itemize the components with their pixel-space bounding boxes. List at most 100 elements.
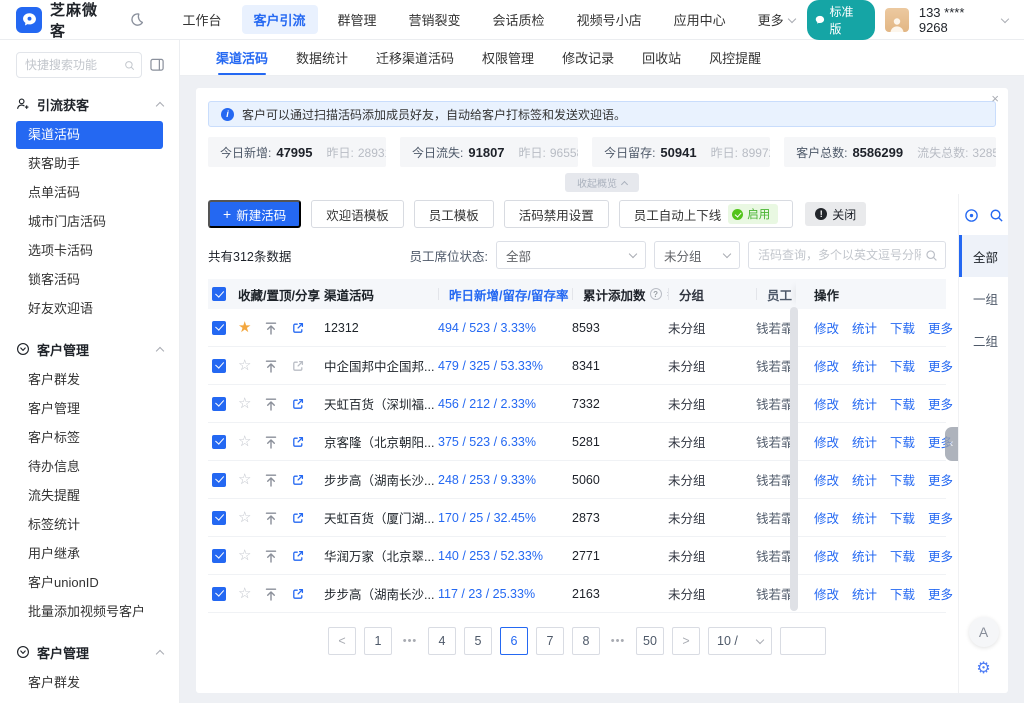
sidebar-item-1-4[interactable]: 城市门店活码	[16, 208, 163, 236]
action-link-4[interactable]: 更多	[928, 508, 953, 527]
action-link-2[interactable]: 统计	[852, 470, 877, 489]
sidebar-item-2-4[interactable]: 待办信息	[16, 453, 163, 481]
action-link-1[interactable]: 修改	[814, 394, 839, 413]
new-code-button[interactable]: + 新建活码	[208, 200, 301, 228]
sidebar-item-1-1[interactable]: 渠道活码	[16, 121, 163, 149]
action-link-2[interactable]: 统计	[852, 432, 877, 451]
sidebar-item-1-7[interactable]: 好友欢迎语	[16, 295, 163, 323]
nav-item-4[interactable]: 营销裂变	[397, 5, 473, 34]
collapse-panel-icon[interactable]	[150, 58, 165, 72]
cell-stats[interactable]: 456 / 212 / 2.33%	[438, 397, 572, 411]
page-size-select[interactable]: 10 /	[708, 627, 772, 655]
sidebar-item-2-1[interactable]: 客户群发	[16, 366, 163, 394]
share-icon[interactable]	[291, 511, 305, 525]
tab-1[interactable]: 渠道活码	[216, 40, 268, 75]
action-link-4[interactable]: 更多	[928, 470, 953, 489]
nav-item-3[interactable]: 群管理	[326, 5, 389, 34]
star-icon[interactable]: ☆	[238, 396, 251, 411]
close-icon[interactable]: ×	[991, 91, 999, 106]
panel-collapse-handle[interactable]: ‹	[945, 427, 958, 461]
cell-stats[interactable]: 117 / 23 / 25.33%	[438, 587, 572, 601]
group-select[interactable]: 未分组	[654, 241, 740, 269]
seat-status-select[interactable]: 全部	[496, 241, 646, 269]
cell-stats[interactable]: 140 / 253 / 52.33%	[438, 549, 572, 563]
row-checkbox[interactable]	[212, 397, 226, 411]
page-jump-input[interactable]	[780, 627, 826, 655]
close-chip[interactable]: ! 关闭	[805, 202, 866, 226]
sidebar-item-1-5[interactable]: 选项卡活码	[16, 237, 163, 265]
staff-template-button[interactable]: 员工模板	[414, 200, 494, 228]
tab-2[interactable]: 数据统计	[296, 40, 348, 75]
share-icon[interactable]	[291, 359, 305, 373]
gear-icon[interactable]: ⚙	[976, 661, 990, 677]
group-tab-2[interactable]: 一组	[959, 277, 1008, 319]
star-icon[interactable]: ☆	[238, 548, 251, 563]
sidebar-item-1-6[interactable]: 锁客活码	[16, 266, 163, 294]
star-icon[interactable]: ☆	[238, 434, 251, 449]
share-icon[interactable]	[291, 587, 305, 601]
code-search-input[interactable]	[758, 248, 921, 262]
page-button-50[interactable]: 50	[636, 627, 664, 655]
code-search[interactable]	[748, 241, 946, 269]
sidebar-item-3-2[interactable]: 客户管理	[16, 698, 163, 703]
row-checkbox[interactable]	[212, 435, 226, 449]
tab-6[interactable]: 回收站	[642, 40, 681, 75]
action-link-3[interactable]: 下载	[890, 470, 915, 489]
sidebar-item-2-3[interactable]: 客户标签	[16, 424, 163, 452]
code-disable-settings-button[interactable]: 活码禁用设置	[504, 200, 609, 228]
sidebar-section-header-3[interactable]: 客户管理	[0, 636, 179, 668]
sidebar-item-2-7[interactable]: 用户继承	[16, 540, 163, 568]
sidebar-search-input[interactable]	[25, 58, 120, 72]
moon-icon[interactable]	[129, 12, 144, 27]
cell-stats[interactable]: 494 / 523 / 3.33%	[438, 321, 572, 335]
account-phone[interactable]: 133 **** 9268	[919, 5, 1008, 35]
sidebar-item-2-8[interactable]: 客户unionID	[16, 569, 163, 597]
sidebar-item-3-1[interactable]: 客户群发	[16, 669, 163, 697]
sidebar-section-header-1[interactable]: 引流获客	[0, 88, 179, 120]
row-checkbox[interactable]	[212, 359, 226, 373]
cell-stats[interactable]: 479 / 325 / 53.33%	[438, 359, 572, 373]
action-link-2[interactable]: 统计	[852, 394, 877, 413]
action-link-1[interactable]: 修改	[814, 432, 839, 451]
pin-top-icon[interactable]	[264, 473, 278, 487]
table-scrollbar[interactable]	[790, 307, 798, 611]
action-link-1[interactable]: 修改	[814, 470, 839, 489]
pin-top-icon[interactable]	[264, 549, 278, 563]
search-icon[interactable]	[989, 208, 1004, 223]
row-checkbox[interactable]	[212, 587, 226, 601]
share-icon[interactable]	[291, 321, 305, 335]
action-link-3[interactable]: 下载	[890, 318, 915, 337]
sidebar-item-1-3[interactable]: 点单活码	[16, 179, 163, 207]
nav-item-5[interactable]: 会话质检	[481, 5, 557, 34]
action-link-4[interactable]: 更多	[928, 318, 953, 337]
action-link-3[interactable]: 下载	[890, 432, 915, 451]
action-link-3[interactable]: 下载	[890, 508, 915, 527]
tab-3[interactable]: 迁移渠道活码	[376, 40, 454, 75]
page-button-6[interactable]: 6	[500, 627, 528, 655]
action-link-2[interactable]: 统计	[852, 356, 877, 375]
pin-top-icon[interactable]	[264, 359, 278, 373]
pin-top-icon[interactable]	[264, 321, 278, 335]
target-icon[interactable]	[964, 208, 979, 223]
page-button-7[interactable]: 7	[536, 627, 564, 655]
action-link-3[interactable]: 下载	[890, 356, 915, 375]
pin-top-icon[interactable]	[264, 435, 278, 449]
sidebar-section-header-2[interactable]: 客户管理	[0, 333, 179, 365]
page-button-4[interactable]: 4	[428, 627, 456, 655]
action-link-2[interactable]: 统计	[852, 508, 877, 527]
prev-page-button[interactable]: <	[328, 627, 356, 655]
action-link-3[interactable]: 下载	[890, 394, 915, 413]
cell-stats[interactable]: 248 / 253 / 9.33%	[438, 473, 572, 487]
sidebar-item-2-5[interactable]: 流失提醒	[16, 482, 163, 510]
row-checkbox[interactable]	[212, 321, 226, 335]
action-link-4[interactable]: 更多	[928, 394, 953, 413]
star-icon[interactable]: ★	[238, 320, 251, 335]
sidebar-item-2-9[interactable]: 批量添加视频号客户	[16, 598, 163, 626]
page-button-5[interactable]: 5	[464, 627, 492, 655]
pin-top-icon[interactable]	[264, 511, 278, 525]
nav-item-1[interactable]: 工作台	[170, 5, 233, 34]
pin-top-icon[interactable]	[264, 587, 278, 601]
user-avatar[interactable]	[885, 8, 909, 32]
action-link-1[interactable]: 修改	[814, 356, 839, 375]
share-icon[interactable]	[291, 397, 305, 411]
